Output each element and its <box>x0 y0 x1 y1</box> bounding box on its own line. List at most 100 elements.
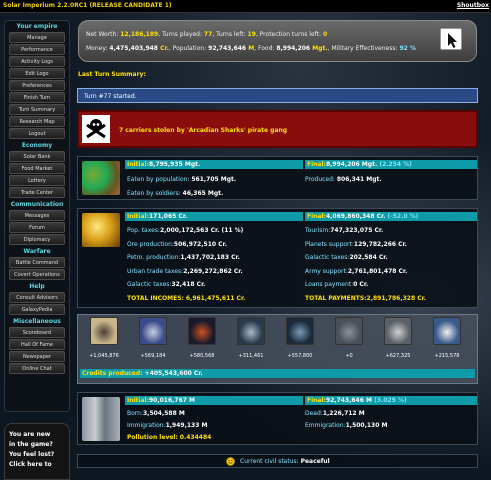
food-image <box>82 161 120 195</box>
pop-final-row: Final:92,743,646 M (3.029 %) <box>305 396 477 405</box>
turn-started-text: Turn #77 started. <box>84 93 137 100</box>
sidebar-item-turn-summary[interactable]: Turn Summary <box>9 104 65 115</box>
sidebar-item-performance[interactable]: Performance <box>9 44 65 55</box>
stats-line-2: Money: 4,475,403,948 Cr., Population: 92… <box>86 45 416 52</box>
units-produced-panel: +1,045,876 +569,184 +580,568 +311,461 +557,8… <box>77 314 478 384</box>
sidebar-item-forum[interactable]: Forum <box>9 222 65 233</box>
new-player-help-box[interactable]: You are new in the game? You feel lost? … <box>4 423 70 480</box>
unit-produced-value: +569,184 <box>140 353 166 359</box>
sidebar-section-header: Communication <box>10 201 64 208</box>
unit-icon <box>139 317 167 345</box>
sidebar-item-finish-turn[interactable]: Finish Turn <box>9 92 65 103</box>
empire-stats-panel: Net Worth: 12,186,189, Turns played: 77,… <box>78 20 477 62</box>
turn-started-panel: Turn #77 started. <box>77 88 478 103</box>
money-summary-panel: Initial:171,065 Cr. Final:4,069,860,348 … <box>77 208 478 308</box>
sidebar-item-trade-center[interactable]: Trade Center <box>9 187 65 198</box>
sidebar-section-header: Help <box>29 283 45 290</box>
pop-pollution-row: Pollution level: 0.434484 <box>127 434 212 441</box>
pop-initial-row: Initial:90,016,767 M <box>125 396 303 405</box>
help-line: in the game? <box>9 441 53 448</box>
sidebar-item-messages[interactable]: Messages <box>9 210 65 221</box>
shoutbox-link[interactable]: Shoutbox <box>457 2 489 9</box>
unit-produced: +1,045,876 <box>84 317 124 363</box>
sidebar-item-edit-logo[interactable]: Edit Logo <box>9 68 65 79</box>
unit-icon <box>237 317 265 345</box>
unit-produced: +627,325 <box>378 317 418 363</box>
pirate-event-panel: 7 carriers stolen by 'Arcadian Sharks' p… <box>77 110 478 148</box>
pop-emigration-row: Emmigration:1,500,130 M <box>305 422 388 429</box>
money-right-row: Loans payment:0 Cr. <box>305 281 369 288</box>
unit-icon <box>188 317 216 345</box>
help-line: You are new <box>9 431 51 438</box>
sidebar-item-consult-advisors[interactable]: Consult Advisors <box>9 292 65 303</box>
sidebar-item-lottery[interactable]: Lottery <box>9 175 65 186</box>
money-left-row: Pop. taxes:2,000,172,563 Cr. (11 %) <box>127 227 244 234</box>
sidebar-item-solar-bank[interactable]: Solar Bank <box>9 151 65 162</box>
sidebar-item-galaxypedia[interactable]: GalaxyPedia <box>9 304 65 315</box>
money-left-row: Galactic taxes:32,418 Cr. <box>127 281 206 288</box>
sidebar-item-manage[interactable]: Manage <box>9 32 65 43</box>
unit-produced-value: +0 <box>345 353 353 359</box>
unit-produced-value: +557,800 <box>287 353 313 359</box>
pop-born-row: Born:3,504,588 M <box>127 410 185 417</box>
unit-produced: +557,800 <box>280 317 320 363</box>
sidebar-section-header: Miscellaneous <box>13 318 61 325</box>
coins-image <box>82 213 120 247</box>
sidebar-item-battle-command[interactable]: Battle Command <box>9 257 65 268</box>
app-title: Solar Imperium 2.2.0RC1 (RELEASE CANDIDA… <box>3 2 172 9</box>
pop-immigration-row: Immigration:1,949,133 M <box>127 422 208 429</box>
sidebar-section-header: Economy <box>21 142 53 149</box>
money-final-row: Final:4,069,860,348 Cr. (-52.0 %) <box>305 212 477 221</box>
protection-label: , Protection turns left: <box>255 31 323 38</box>
sidebar-item-logout[interactable]: Logout <box>9 128 65 139</box>
money-label: Money: <box>86 45 110 52</box>
sidebar-section-header: Warfare <box>23 248 51 255</box>
sidebar-item-activity-logs[interactable]: Activity Logs <box>9 56 65 67</box>
unit-produced-value: +1,045,876 <box>89 353 119 359</box>
turns-left-label: , Turns left: <box>212 31 248 38</box>
pirate-event-text: 7 carriers stolen by 'Arcadian Sharks' p… <box>119 127 288 134</box>
population-summary-panel: Initial:90,016,767 M Final:92,743,646 M … <box>77 392 478 445</box>
food-initial-row: Initial:8,795,935 Mgt. <box>125 160 303 169</box>
cursor-icon[interactable] <box>440 28 462 50</box>
population-label: , Population: <box>168 45 209 52</box>
sidebar-item-scoreboard[interactable]: Scoreboard <box>9 327 65 338</box>
credits-produced-row: Credits produced: +405,543,600 Cr. <box>80 369 475 378</box>
city-image <box>82 397 120 441</box>
sidebar: Your empire Manage Performance Activity Log… <box>4 20 70 412</box>
sidebar-item-food-market[interactable]: Food Market <box>9 163 65 174</box>
sidebar-item-research-map[interactable]: Research Map <box>9 116 65 127</box>
military-value: 92 % <box>399 45 416 52</box>
sidebar-item-newspaper[interactable]: Newspaper <box>9 351 65 362</box>
protection-value: 0 <box>322 31 328 38</box>
population-unit: M <box>246 45 255 52</box>
sidebar-section-header: Your empire <box>16 23 58 30</box>
unit-icon <box>286 317 314 345</box>
total-payments-row: TOTAL PAYMENTS:2,891,786,328 Cr. <box>305 295 427 302</box>
sidebar-item-covert-operations[interactable]: Covert Operations <box>9 269 65 280</box>
food-summary-panel: Initial:8,795,935 Mgt. Final:8,994,206 M… <box>77 156 478 200</box>
unit-produced-value: +580,568 <box>189 353 215 359</box>
total-incomes-row: TOTAL INCOMES: 6,961,475,611 Cr. <box>127 295 246 302</box>
net-worth-value: 12,186,189 <box>120 31 159 38</box>
money-right-row: Planets support:129,782,266 Cr. <box>305 240 407 248</box>
civil-status-panel: Current civil status: Peaceful <box>77 454 478 468</box>
unit-produced-value: +215,578 <box>434 353 460 359</box>
sidebar-item-preferences[interactable]: Preferences <box>9 80 65 91</box>
unit-produced: +215,578 <box>427 317 467 363</box>
money-left-row: Urban trade taxes:2,269,272,862 Cr. <box>127 267 243 275</box>
sidebar-item-online-chat[interactable]: Online Chat <box>9 363 65 374</box>
food-final-row: Final:8,994,206 Mgt. (2.254 %) <box>305 160 477 169</box>
net-worth-label: Net Worth: <box>86 31 121 38</box>
skull-crossbones-icon <box>82 115 110 143</box>
food-unit: Mgt. <box>310 45 328 52</box>
unit-produced: +580,568 <box>182 317 222 363</box>
help-line: You feel lost? <box>9 451 55 458</box>
money-right-row: Army support:2,761,801,478 Cr. <box>305 267 408 275</box>
sidebar-item-hall-of-fame[interactable]: Hall Of Fame <box>9 339 65 350</box>
help-line[interactable]: Click here to <box>9 460 65 470</box>
sidebar-item-diplomacy[interactable]: Diplomacy <box>9 234 65 245</box>
smiley-icon <box>226 457 235 466</box>
stats-line-1: Net Worth: 12,186,189, Turns played: 77,… <box>86 31 327 38</box>
food-produced-row: Produced: 806,341 Mgt. <box>305 176 382 183</box>
